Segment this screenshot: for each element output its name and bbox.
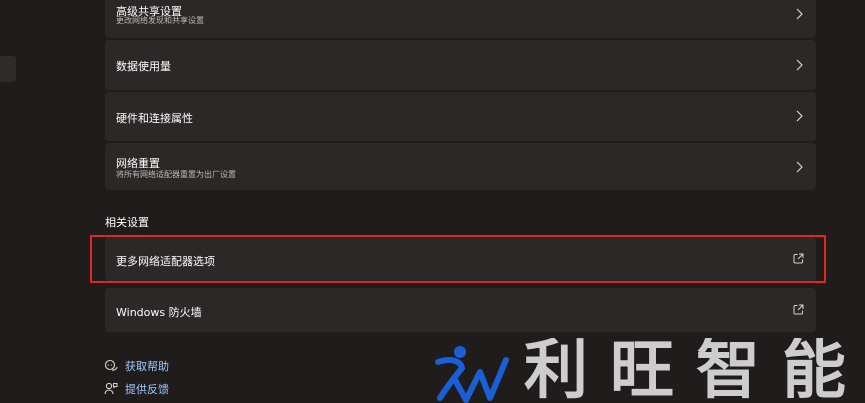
card-subtitle: 将所有网络适配器重置为出厂设置 [116,170,236,179]
help-chat-icon [104,359,118,371]
sidebar-selected-item-stub[interactable] [0,56,16,82]
advanced-sharing-settings-card[interactable]: 高级共享设置 更改网络发现和共享设置 [105,0,816,38]
hardware-connection-properties-card[interactable]: 硬件和连接属性 [105,92,816,141]
chevron-right-icon [796,8,803,20]
feedback-person-icon [104,382,118,395]
chevron-right-icon [796,110,803,122]
chevron-right-icon [796,59,803,71]
card-title: 硬件和连接属性 [116,112,193,125]
external-link-icon [793,304,804,315]
card-title: Windows 防火墙 [116,306,202,319]
network-reset-card[interactable]: 网络重置 将所有网络适配器重置为出厂设置 [105,143,816,190]
windows-firewall-card[interactable]: Windows 防火墙 [105,288,816,332]
get-help-link[interactable]: 获取帮助 [104,358,169,374]
watermark-text: 利旺智能 [524,338,865,403]
card-title: 数据使用量 [116,60,171,73]
more-network-adapter-options-card[interactable]: 更多网络适配器选项 [105,237,816,281]
external-link-icon [793,253,804,264]
give-feedback-label: 提供反馈 [125,383,169,396]
give-feedback-link[interactable]: 提供反馈 [104,381,169,397]
watermark-logo [435,346,509,403]
get-help-label: 获取帮助 [125,360,169,373]
data-usage-card[interactable]: 数据使用量 [105,40,816,90]
card-subtitle: 更改网络发现和共享设置 [116,16,204,25]
watermark: 利旺智能 [432,338,865,403]
card-title: 更多网络适配器选项 [116,255,215,268]
chevron-right-icon [796,161,803,173]
related-settings-heading: 相关设置 [105,216,149,229]
